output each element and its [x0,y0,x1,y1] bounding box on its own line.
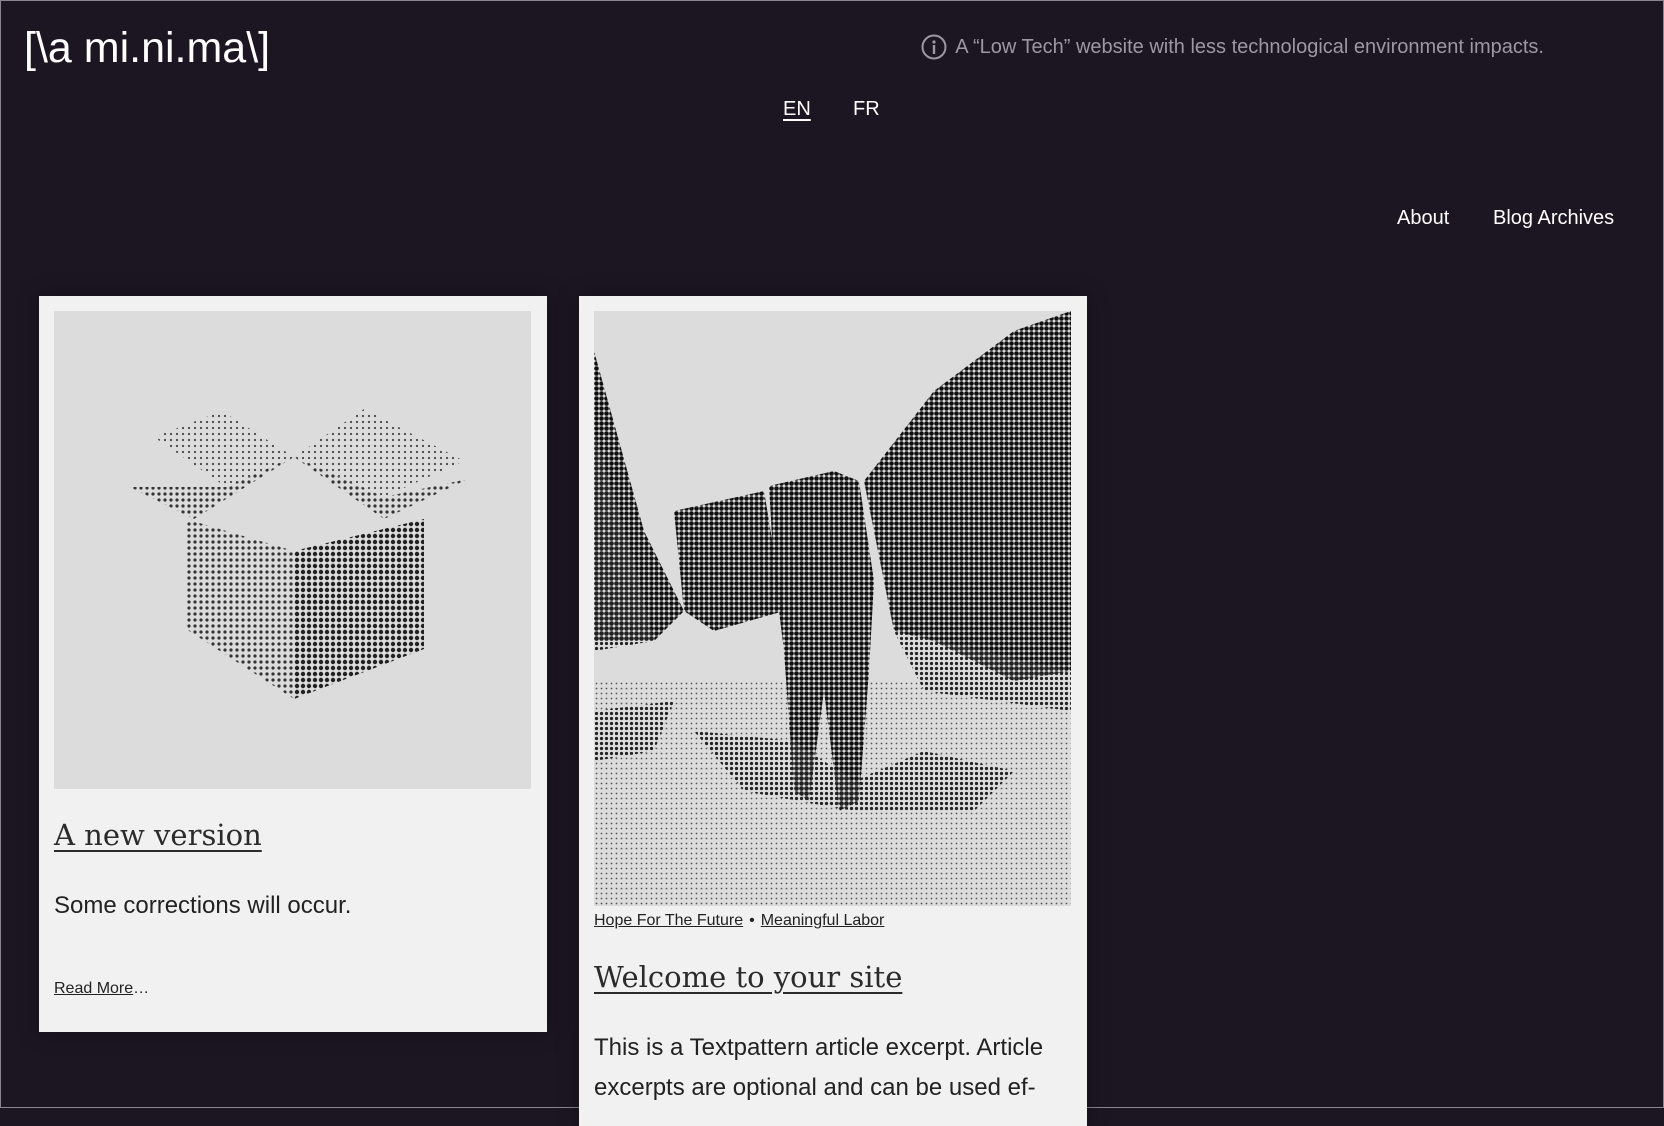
nav-about-link[interactable]: About [1397,207,1449,230]
language-fr-link[interactable]: FR [853,98,880,121]
post-title-link[interactable]: Welcome to your site [594,960,902,994]
post-image-person-snow[interactable] [594,311,1071,906]
language-en-link[interactable]: EN [783,98,811,121]
read-more: Read More… [54,980,149,998]
nav-blog-archives-link[interactable]: Blog Archives [1493,207,1614,230]
tagline-text: A “Low Tech” website with less technolog… [955,35,1544,58]
info-icon [921,34,947,60]
category-link-labor[interactable]: Meaningful Labor [761,912,885,929]
post-image-box[interactable] [54,311,531,789]
site-title[interactable]: [\a mi.ni.ma\] [24,24,270,72]
post-card-welcome: Hope For The Future • Meaningful Labor Wel… [579,296,1087,1126]
tagline: A “Low Tech” website with less technolog… [921,34,1544,60]
post-excerpt: Some corrections will occur. [54,892,352,919]
post-excerpt: This is a Textpattern article excerpt. A… [594,1034,1044,1101]
read-more-link[interactable]: Read More [54,980,133,997]
read-more-ellipsis: … [133,980,150,997]
post-categories: Hope For The Future • Meaningful Labor [594,912,884,930]
post-card-new-version: A new version Some corrections will occu… [39,296,547,1032]
category-link-hope[interactable]: Hope For The Future [594,912,743,929]
post-title-link[interactable]: A new version [54,818,262,852]
category-separator: • [749,912,755,929]
